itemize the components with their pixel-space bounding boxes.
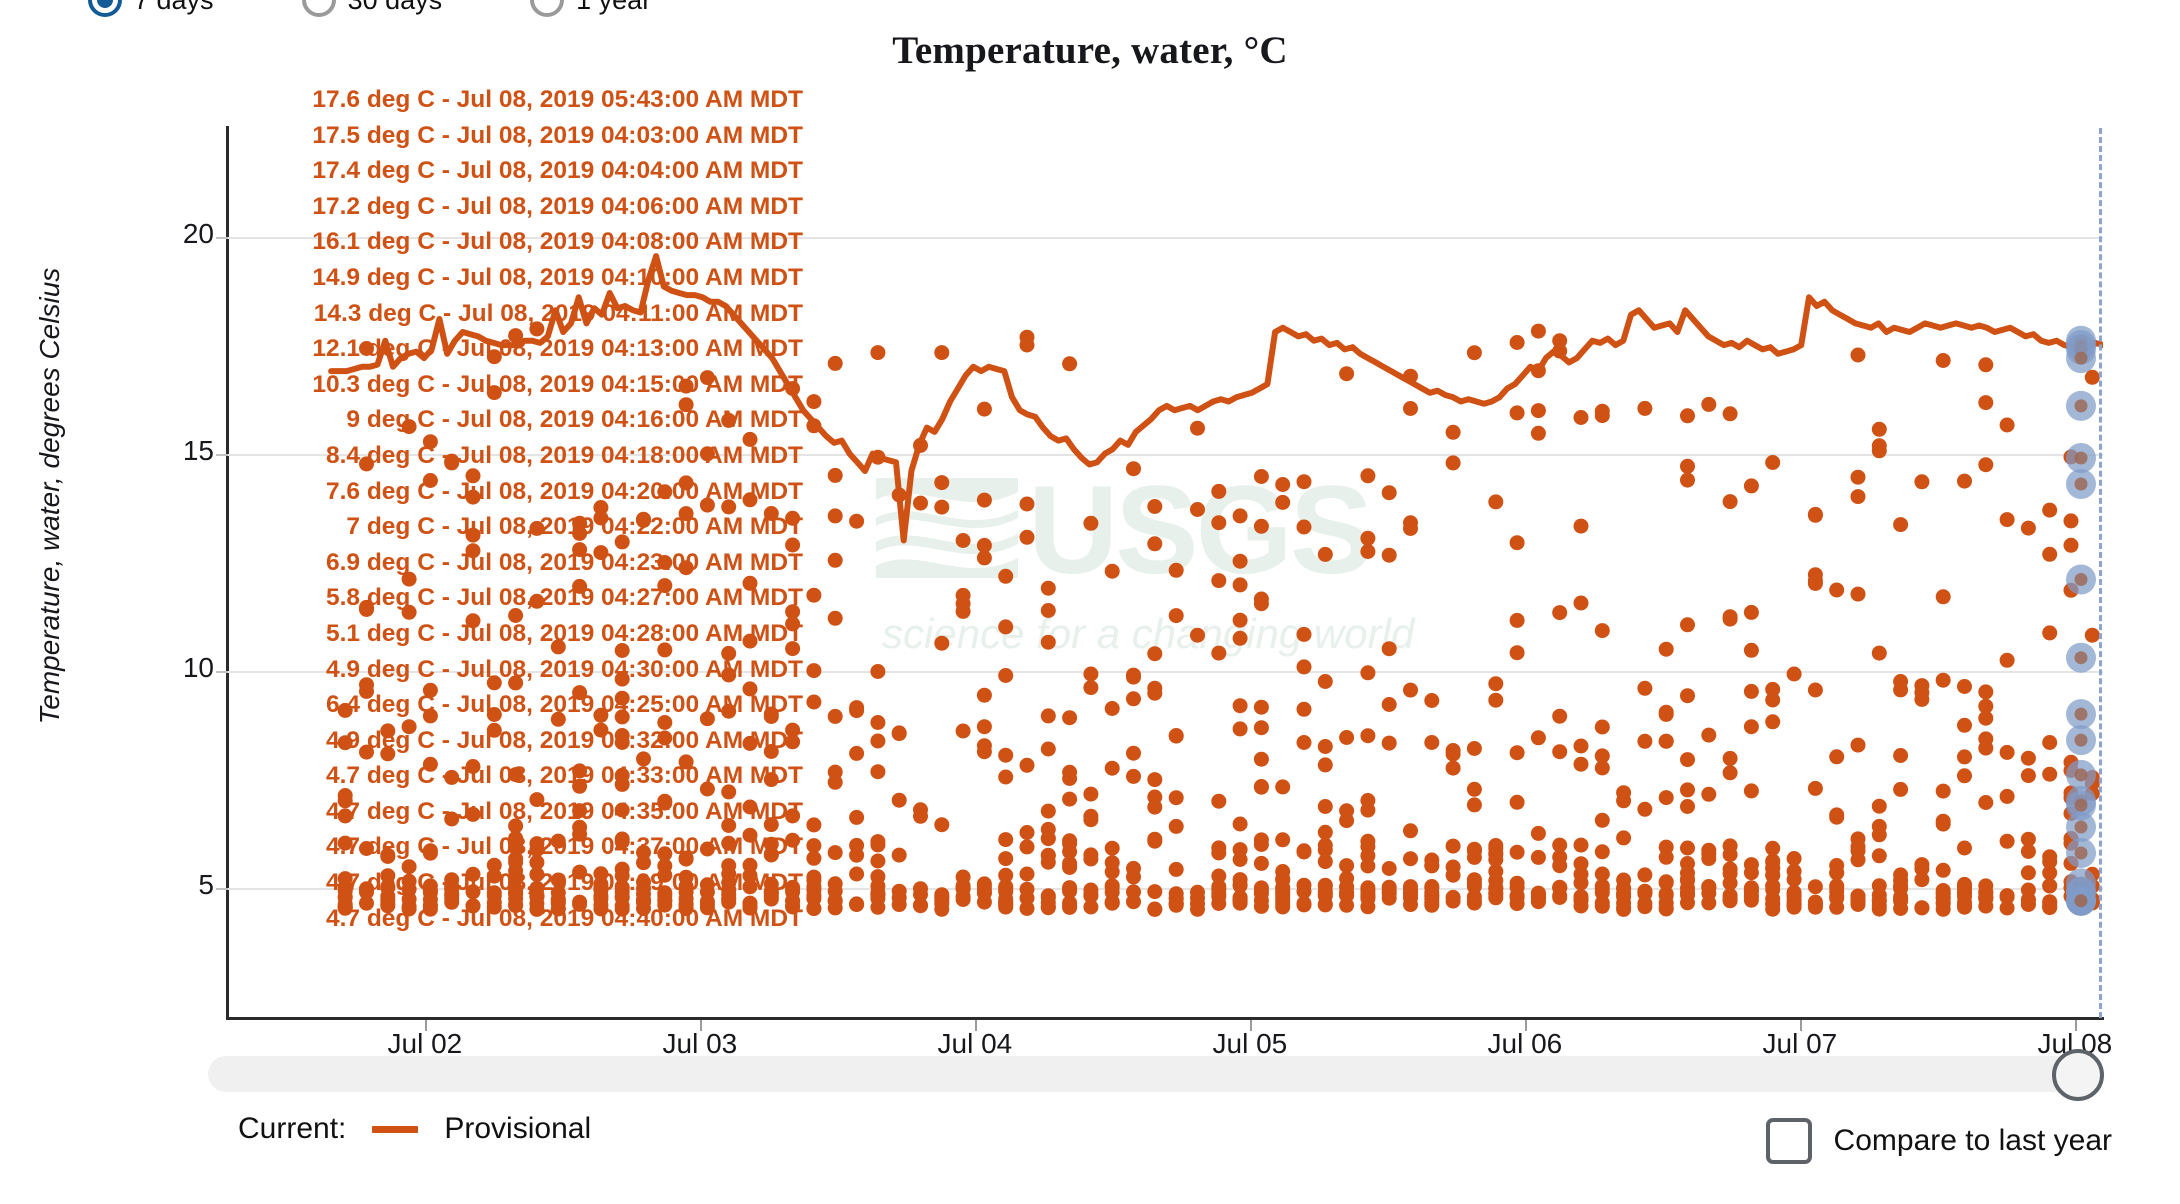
y-tick-mark: [216, 887, 228, 890]
hover-cursor-line: [2099, 128, 2103, 1018]
scrubber-handle[interactable]: [2052, 1049, 2104, 1101]
y-tick-mark: [216, 670, 228, 673]
x-tick-mark: [974, 1020, 977, 1031]
scatter-points: [337, 321, 2100, 917]
x-tick-mark: [2074, 1020, 2077, 1031]
legend-row: Current: Provisional Compare to last yea…: [0, 1112, 2180, 1172]
x-tick-mark: [1249, 1020, 1252, 1031]
legend-series-label: Provisional: [444, 1112, 592, 1145]
scrubber-track[interactable]: [208, 1056, 2090, 1092]
time-scrubber[interactable]: [0, 1049, 2180, 1101]
legend-current-label: Current:: [238, 1112, 347, 1145]
compare-checkbox[interactable]: [1765, 1118, 1812, 1164]
chart-canvas: USGS science for a changing world 5 10 15 2…: [0, 0, 2180, 1204]
x-tick-mark: [699, 1020, 702, 1031]
compare-to-last-year-control[interactable]: Compare to last year: [1765, 1118, 2112, 1164]
legend-line-swatch: [372, 1125, 419, 1133]
series-plot: [328, 253, 2103, 917]
y-tick-label: 20: [182, 217, 214, 249]
y-tick-label: 5: [198, 868, 214, 900]
y-tick-mark: [216, 453, 228, 456]
legend: Current: Provisional: [238, 1112, 591, 1146]
x-tick-mark: [1799, 1020, 1802, 1031]
compare-label: Compare to last year: [1833, 1124, 2112, 1157]
y-tick-label: 15: [182, 434, 214, 466]
y-tick-mark: [216, 236, 228, 239]
plot-area: USGS science for a changing world: [228, 128, 2103, 1018]
x-tick-mark: [424, 1020, 427, 1031]
y-tick-label: 10: [182, 651, 214, 683]
y-axis-title: Temperature, water, degrees Celsius: [34, 267, 65, 725]
hover-highlight-markers: [2066, 325, 2096, 916]
tooltip-line: 17.6 deg C - Jul 08, 2019 05:43:00 AM MD…: [312, 86, 803, 113]
x-tick-mark: [1524, 1020, 1527, 1031]
